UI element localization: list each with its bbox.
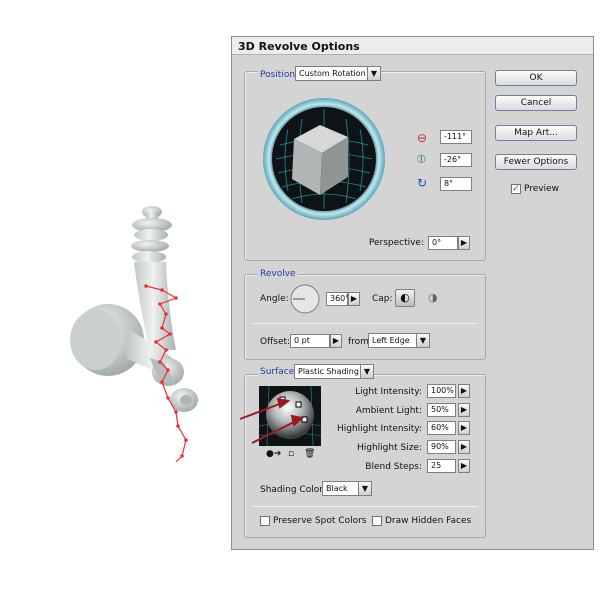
light-intensity-stepper[interactable]: ▶: [458, 384, 470, 398]
y-rotation-icon: ⦶: [417, 152, 426, 166]
chevron-down-icon: ▼: [416, 334, 429, 347]
y-rotation-field[interactable]: -26°: [440, 153, 472, 167]
map-art-button[interactable]: Map Art...: [495, 125, 577, 141]
chevron-down-icon: ▼: [367, 67, 380, 80]
surface-separator: [252, 506, 478, 507]
surface-select[interactable]: Plastic Shading ▼: [294, 364, 374, 379]
revolve-group: [244, 274, 486, 360]
light-intensity-label: Light Intensity:: [355, 387, 422, 397]
from-select-value: Left Edge: [372, 336, 410, 345]
dialog-title: 3D Revolve Options: [232, 37, 593, 55]
perspective-label: Perspective:: [368, 238, 424, 248]
fewer-options-button[interactable]: Fewer Options: [495, 154, 577, 170]
offset-label: Offset:: [260, 337, 291, 347]
cancel-button[interactable]: Cancel: [495, 95, 577, 111]
blend-steps-label: Blend Steps:: [365, 462, 422, 472]
highlight-intensity-field[interactable]: 60%: [427, 421, 456, 435]
position-label: Position:: [258, 70, 301, 80]
angle-field[interactable]: 360°: [326, 292, 349, 306]
preserve-spot-colors-label: Preserve Spot Colors: [273, 516, 367, 526]
highlight-intensity-stepper[interactable]: ▶: [458, 421, 470, 435]
preview-label: Preview: [524, 184, 560, 194]
draw-hidden-faces-checkbox[interactable]: [372, 516, 382, 526]
ambient-light-label: Ambient Light:: [355, 406, 422, 416]
ok-button[interactable]: OK: [495, 70, 577, 86]
trackball-cube[interactable]: [262, 97, 386, 221]
chevron-down-icon: ▼: [360, 365, 373, 378]
position-select[interactable]: Custom Rotation ▼: [295, 66, 381, 81]
highlight-size-stepper[interactable]: ▶: [458, 440, 470, 454]
shading-color-value: Black: [326, 484, 348, 493]
perspective-stepper[interactable]: ▶: [458, 236, 470, 250]
delete-light-icon[interactable]: 🗑: [304, 449, 315, 459]
offset-stepper[interactable]: ▶: [330, 334, 342, 348]
revolve-label: Revolve: [258, 269, 298, 279]
blend-steps-stepper[interactable]: ▶: [458, 459, 470, 473]
position-select-value: Custom Rotation: [299, 69, 366, 78]
shading-color-select[interactable]: Black ▼: [322, 481, 372, 496]
cap-on-icon[interactable]: ◐: [395, 289, 415, 307]
preview-checkbox[interactable]: ✓: [511, 184, 521, 194]
revolve-separator: [252, 323, 478, 324]
z-rotation-icon: ↻: [417, 176, 428, 190]
offset-field[interactable]: 0 pt: [290, 334, 330, 348]
perspective-field[interactable]: 0°: [428, 236, 458, 250]
highlight-size-field[interactable]: 90%: [427, 440, 456, 454]
highlight-intensity-label: Highlight Intensity:: [336, 424, 422, 434]
new-light-icon[interactable]: ▫: [288, 449, 294, 459]
blend-steps-field[interactable]: 25: [427, 459, 456, 473]
x-rotation-field[interactable]: -111°: [440, 130, 472, 144]
chevron-down-icon: ▼: [358, 482, 371, 495]
ambient-light-stepper[interactable]: ▶: [458, 403, 470, 417]
surface-select-value: Plastic Shading: [298, 367, 359, 376]
preserve-spot-colors-checkbox[interactable]: [260, 516, 270, 526]
angle-label: Angle:: [260, 294, 289, 304]
revolved-artwork: [70, 206, 198, 463]
3d-revolve-options-dialog: 3D Revolve Options Position: Custom Rota…: [231, 36, 594, 550]
annotation-arrows: [239, 397, 305, 444]
highlight-size-label: Highlight Size:: [357, 443, 422, 453]
ambient-light-field[interactable]: 50%: [427, 403, 456, 417]
x-rotation-icon: ⊖: [417, 131, 428, 145]
from-label: from: [348, 337, 369, 347]
from-select[interactable]: Left Edge ▼: [368, 333, 430, 348]
angle-dial[interactable]: [289, 283, 321, 315]
light-intensity-field[interactable]: 100%: [427, 384, 456, 398]
shading-color-label: Shading Color:: [260, 485, 326, 495]
chess-piece-lying: [70, 304, 198, 412]
draw-hidden-faces-label: Draw Hidden Faces: [385, 516, 472, 526]
cap-off-icon[interactable]: ◑: [428, 291, 438, 304]
cap-label: Cap:: [372, 294, 393, 304]
angle-stepper[interactable]: ▶: [348, 292, 360, 306]
z-rotation-field[interactable]: 8°: [440, 177, 472, 191]
move-light-back-icon[interactable]: ●➔: [266, 449, 281, 459]
